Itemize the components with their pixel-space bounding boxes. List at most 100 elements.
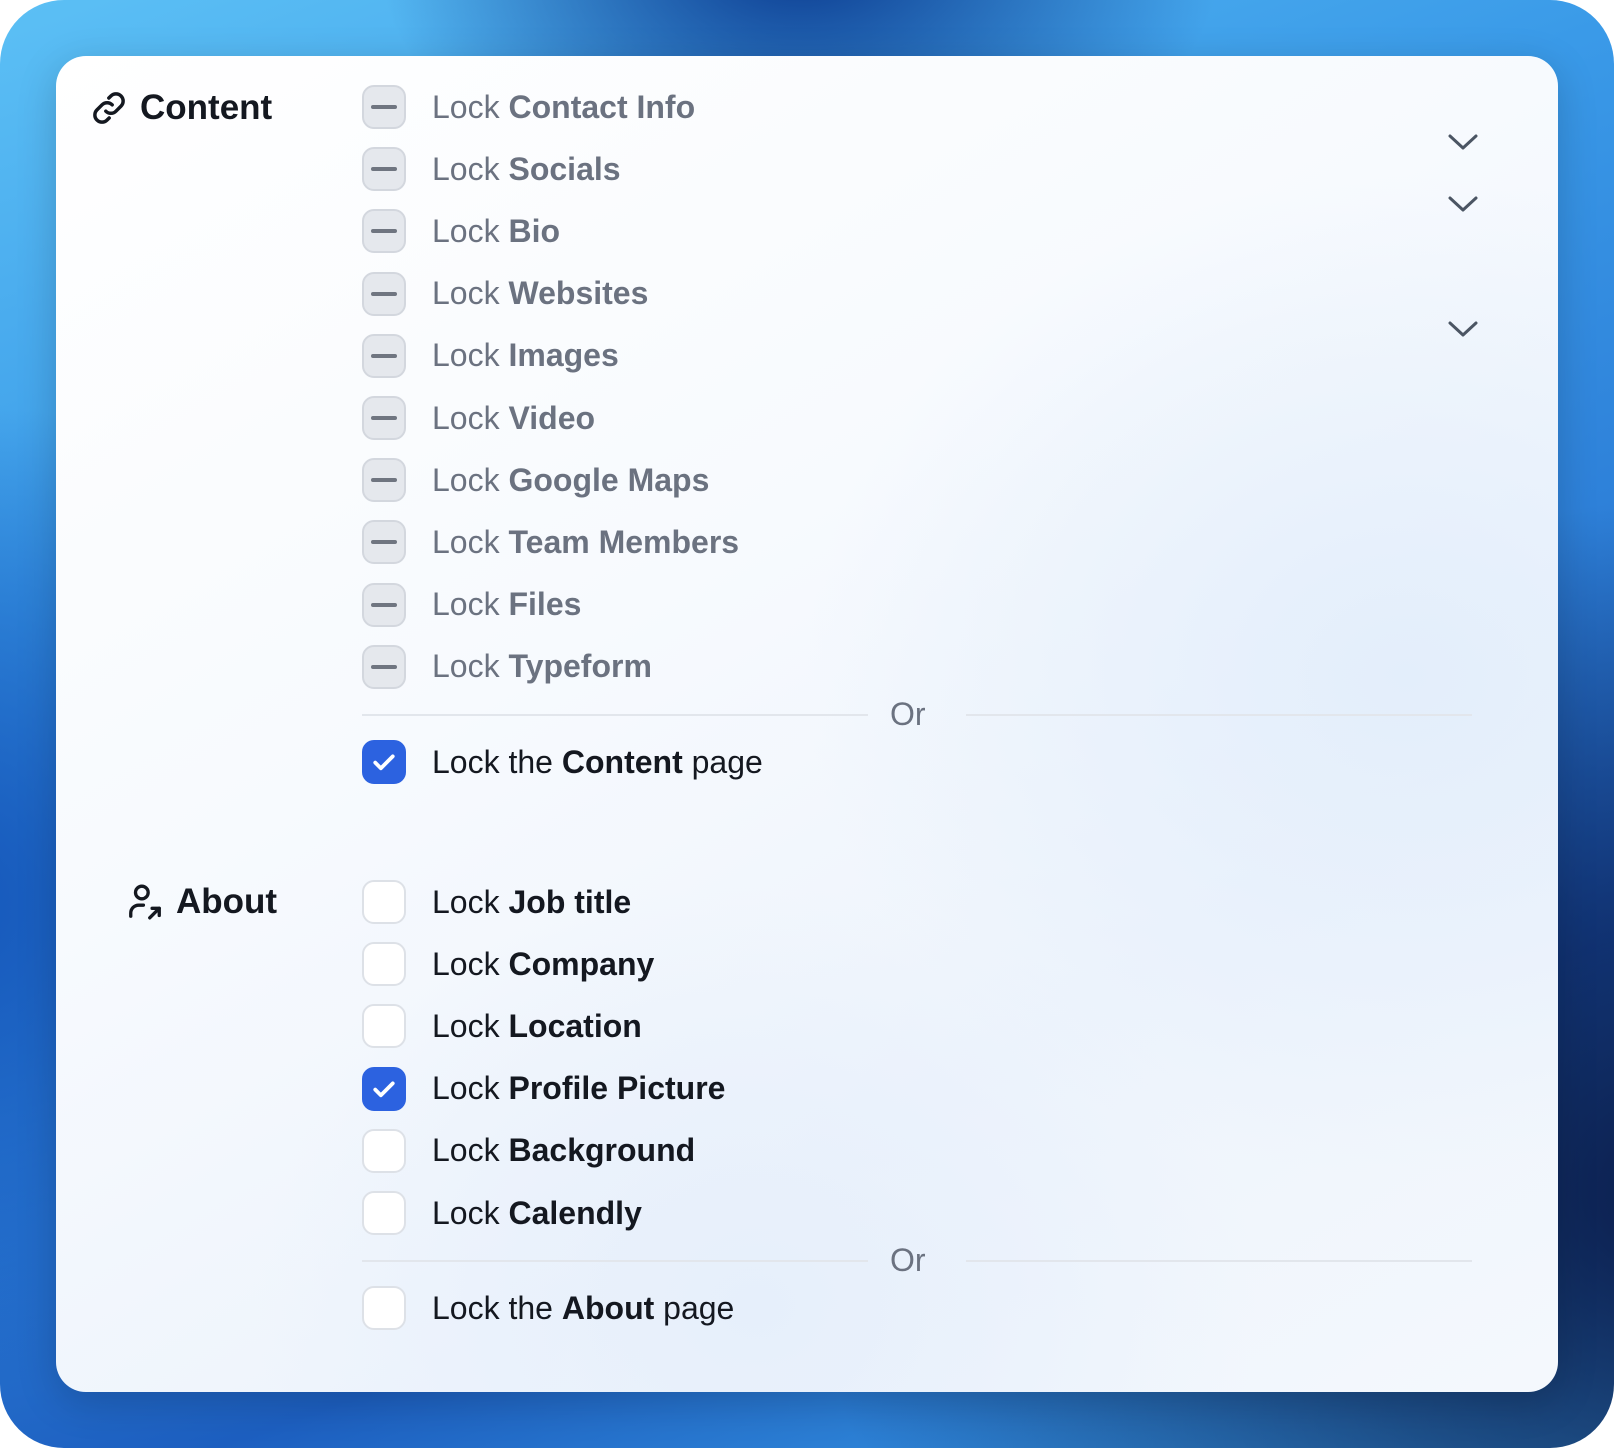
- lock-contact-info-label: Lock Contact Info: [432, 89, 695, 126]
- chevron-down-icon[interactable]: [1446, 319, 1480, 339]
- about-section-header: About: [126, 880, 277, 924]
- lock-team-members-row[interactable]: Lock Team Members: [362, 517, 739, 567]
- lock-about-page-checkbox[interactable]: [362, 1286, 406, 1330]
- label-name: Socials: [508, 150, 621, 187]
- divider-left: [362, 1260, 868, 1262]
- label-name: Video: [508, 399, 596, 436]
- label-prefix: Lock: [432, 212, 500, 249]
- label-name: Content: [561, 743, 683, 780]
- chevron-down-icon[interactable]: [1446, 132, 1480, 152]
- lock-video-row[interactable]: Lock Video: [362, 393, 595, 443]
- lock-location-checkbox[interactable]: [362, 1004, 406, 1049]
- lock-google-maps-row[interactable]: Lock Google Maps: [362, 455, 709, 505]
- divider-left: [362, 714, 868, 716]
- lock-profile-picture-label: Lock Profile Picture: [432, 1070, 725, 1107]
- user-share-icon: [126, 881, 164, 923]
- label-prefix: Lock: [432, 523, 500, 560]
- lock-team-members-label: Lock Team Members: [432, 524, 739, 561]
- lock-images-row[interactable]: Lock Images: [362, 331, 619, 381]
- label-prefix: Lock: [432, 1070, 500, 1107]
- lock-company-checkbox[interactable]: [362, 942, 406, 987]
- lock-websites-label: Lock Websites: [432, 275, 648, 312]
- lock-job-title-checkbox[interactable]: [362, 880, 406, 924]
- check-icon: [373, 1081, 395, 1097]
- label-name: About: [561, 1289, 655, 1326]
- check-icon: [373, 754, 395, 771]
- label-prefix: Lock: [432, 399, 500, 436]
- lock-about-page-label: Lock the About page: [432, 1290, 734, 1327]
- label-name: Google Maps: [508, 461, 710, 498]
- label-name: Files: [508, 586, 582, 623]
- lock-settings-card: Content Lock Contact Info Lock Socials Loc…: [56, 56, 1558, 1392]
- lock-files-label: Lock Files: [432, 586, 581, 623]
- label-prefix: Lock the: [432, 743, 553, 780]
- label-name: Job title: [508, 883, 632, 920]
- lock-video-label: Lock Video: [432, 400, 595, 437]
- label-prefix: Lock the: [432, 1289, 553, 1326]
- lock-calendly-row[interactable]: Lock Calendly: [362, 1188, 642, 1238]
- lock-company-label: Lock Company: [432, 946, 654, 983]
- lock-video-checkbox[interactable]: [362, 396, 406, 440]
- label-prefix: Lock: [432, 275, 500, 312]
- divider-right: [966, 714, 1472, 716]
- label-prefix: Lock: [432, 1007, 500, 1044]
- lock-company-row[interactable]: Lock Company: [362, 939, 654, 989]
- or-label: Or: [890, 696, 926, 732]
- divider-right: [966, 1260, 1472, 1262]
- label-prefix: Lock: [432, 1194, 500, 1231]
- lock-content-page-checkbox[interactable]: [362, 740, 406, 784]
- lock-bio-row[interactable]: Lock Bio: [362, 206, 560, 256]
- lock-job-title-row[interactable]: Lock Job title: [362, 877, 631, 927]
- lock-typeform-checkbox[interactable]: [362, 644, 406, 689]
- lock-about-page-row[interactable]: Lock the About page: [362, 1283, 734, 1333]
- lock-bio-checkbox[interactable]: [362, 209, 406, 254]
- lock-profile-picture-row[interactable]: Lock Profile Picture: [362, 1064, 725, 1114]
- label-name: Contact Info: [508, 88, 696, 125]
- lock-content-page-label: Lock the Content page: [432, 744, 763, 781]
- lock-contact-info-checkbox[interactable]: [362, 85, 406, 129]
- label-name: Images: [508, 337, 619, 374]
- chevron-down-icon[interactable]: [1446, 194, 1480, 214]
- lock-team-members-checkbox[interactable]: [362, 520, 406, 565]
- lock-images-checkbox[interactable]: [362, 333, 406, 378]
- label-prefix: Lock: [432, 648, 500, 685]
- background-frame: Content Lock Contact Info Lock Socials Loc…: [0, 0, 1614, 1448]
- lock-socials-checkbox[interactable]: [362, 147, 406, 192]
- label-name: Typeform: [508, 648, 652, 685]
- lock-socials-label: Lock Socials: [432, 151, 621, 188]
- lock-background-checkbox[interactable]: [362, 1128, 406, 1173]
- lock-google-maps-checkbox[interactable]: [362, 458, 406, 503]
- lock-websites-row[interactable]: Lock Websites: [362, 269, 648, 319]
- label-prefix: Lock: [432, 461, 500, 498]
- label-name: Calendly: [508, 1194, 642, 1231]
- label-name: Background: [508, 1132, 696, 1169]
- label-prefix: Lock: [432, 945, 500, 982]
- label-prefix: Lock: [432, 883, 500, 920]
- lock-content-page-row[interactable]: Lock the Content page: [362, 737, 763, 787]
- lock-typeform-row[interactable]: Lock Typeform: [362, 642, 652, 692]
- lock-location-row[interactable]: Lock Location: [362, 1001, 642, 1051]
- lock-location-label: Lock Location: [432, 1008, 642, 1045]
- lock-contact-info-row[interactable]: Lock Contact Info: [362, 82, 695, 132]
- label-name: Bio: [508, 212, 561, 249]
- lock-bio-label: Lock Bio: [432, 213, 560, 250]
- lock-files-checkbox[interactable]: [362, 582, 406, 627]
- lock-socials-row[interactable]: Lock Socials: [362, 144, 621, 194]
- lock-profile-picture-checkbox[interactable]: [362, 1066, 406, 1111]
- lock-background-row[interactable]: Lock Background: [362, 1126, 695, 1176]
- or-label: Or: [890, 1242, 926, 1278]
- content-section-title: Content: [140, 88, 273, 127]
- lock-calendly-checkbox[interactable]: [362, 1191, 406, 1235]
- content-section-header: Content: [90, 86, 272, 130]
- label-prefix: Lock: [432, 1132, 500, 1169]
- label-name: Company: [508, 945, 655, 982]
- label-name: Location: [508, 1007, 642, 1044]
- lock-files-row[interactable]: Lock Files: [362, 580, 581, 630]
- lock-images-label: Lock Images: [432, 337, 619, 374]
- label-suffix: page: [691, 743, 763, 780]
- label-prefix: Lock: [432, 586, 500, 623]
- lock-google-maps-label: Lock Google Maps: [432, 462, 709, 499]
- lock-websites-checkbox[interactable]: [362, 271, 406, 316]
- label-prefix: Lock: [432, 337, 500, 374]
- label-name: Profile Picture: [508, 1070, 726, 1107]
